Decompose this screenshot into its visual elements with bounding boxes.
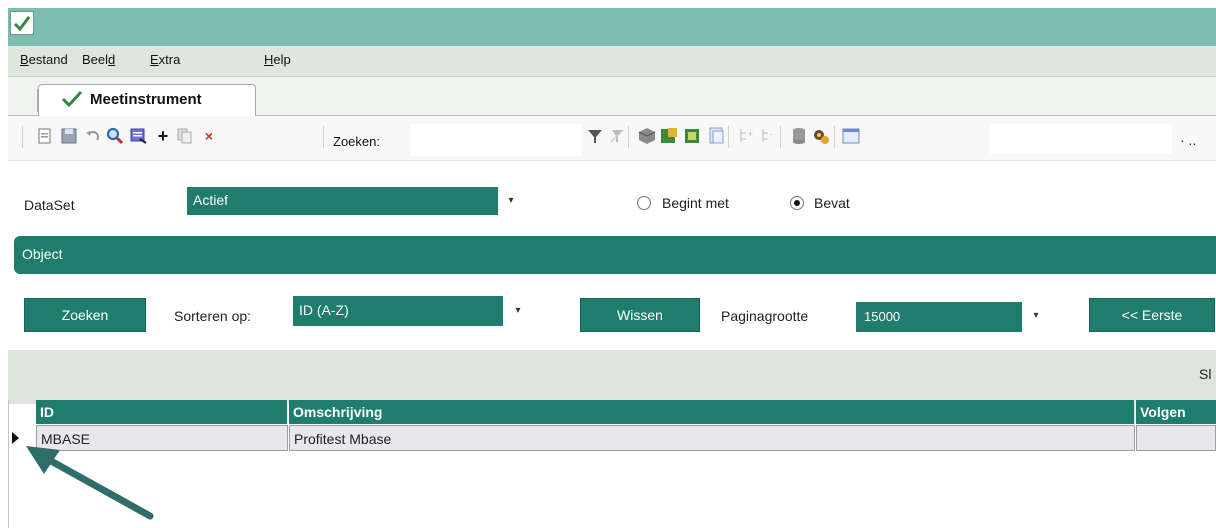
- radio-begint-met-label: Begint met: [662, 195, 729, 211]
- toolbar-separator: [728, 126, 729, 148]
- sort-select[interactable]: ID (A-Z): [293, 296, 503, 326]
- save-icon[interactable]: [60, 127, 78, 145]
- grid-empty-area: [8, 452, 1216, 528]
- annotation-arrow-icon: [26, 446, 154, 520]
- title-bar: [8, 8, 1216, 46]
- svg-text:-: -: [770, 129, 773, 139]
- menu-extra[interactable]: Extra: [150, 52, 180, 67]
- pagesize-label: Paginagrootte: [721, 308, 809, 324]
- find-record-icon[interactable]: [130, 127, 148, 145]
- filter-icon[interactable]: [586, 127, 604, 145]
- grid-corner-text: Sl: [1199, 366, 1212, 382]
- radio-bevat-label: Bevat: [814, 195, 850, 211]
- toolbar-separator: [780, 126, 781, 148]
- menu-bestand[interactable]: Bestand: [20, 52, 68, 67]
- clear-button[interactable]: Wissen: [580, 298, 700, 332]
- dataset-select[interactable]: Actief: [187, 187, 498, 215]
- object-panel-title: Object: [22, 246, 63, 262]
- copy-icon[interactable]: [176, 127, 194, 145]
- settings-gears-icon[interactable]: [812, 127, 830, 145]
- window-icon[interactable]: [842, 127, 860, 145]
- chevron-down-icon[interactable]: ▾: [503, 195, 519, 206]
- menu-help[interactable]: Help: [264, 52, 291, 67]
- package-icon[interactable]: [638, 127, 656, 145]
- search-icon[interactable]: [106, 127, 124, 145]
- database-icon[interactable]: [790, 127, 808, 145]
- undo-icon[interactable]: [84, 127, 102, 145]
- new-document-icon[interactable]: [36, 127, 54, 145]
- clear-filter-icon[interactable]: [608, 127, 626, 145]
- table-cell-omschrijving[interactable]: Profitest Mbase: [289, 425, 1135, 451]
- add-icon[interactable]: +: [154, 126, 172, 146]
- tab-label: Meetinstrument: [90, 91, 202, 108]
- toolbar-right-field[interactable]: [990, 124, 1172, 154]
- object-panel-header: [14, 236, 1216, 274]
- radio-bevat[interactable]: [790, 196, 804, 210]
- first-page-button[interactable]: << Eerste: [1089, 298, 1215, 332]
- checkmark-icon: [60, 88, 84, 110]
- menu-beeld[interactable]: Beeld: [82, 52, 115, 67]
- app-logo-icon: [10, 11, 34, 35]
- grid-left-border: [8, 400, 9, 528]
- toolbar-separator: [323, 126, 324, 148]
- table-cell-volgen[interactable]: [1136, 425, 1216, 451]
- expand-tree-icon[interactable]: +: [738, 127, 756, 145]
- svg-text:+: +: [748, 129, 753, 139]
- toolbar-grip: [22, 126, 23, 148]
- column-header-id[interactable]: ID: [36, 400, 288, 424]
- search-button[interactable]: Zoeken: [24, 298, 146, 332]
- collapse-tree-icon[interactable]: -: [760, 127, 778, 145]
- toolbar-overflow[interactable]: · ..: [1180, 132, 1196, 148]
- delete-icon[interactable]: ×: [200, 127, 218, 145]
- import-excel-icon[interactable]: [684, 127, 702, 145]
- toolbar-search-label: Zoeken:: [333, 134, 380, 149]
- document-list-icon[interactable]: [708, 127, 726, 145]
- toolbar-separator: [628, 126, 629, 148]
- chevron-down-icon[interactable]: ▾: [510, 305, 526, 316]
- radio-begint-met[interactable]: [637, 196, 651, 210]
- toolbar-search-input[interactable]: [410, 124, 582, 156]
- column-header-omschrijving[interactable]: Omschrijving: [289, 400, 1135, 424]
- pagesize-select[interactable]: 15000: [856, 302, 1022, 332]
- sort-label: Sorteren op:: [174, 308, 252, 324]
- toolbar-separator: [834, 126, 835, 148]
- column-header-volgen[interactable]: Volgen: [1136, 400, 1216, 424]
- dataset-label: DataSet: [24, 197, 75, 213]
- menu-bar: [8, 46, 1216, 77]
- export-excel-icon[interactable]: [660, 127, 678, 145]
- current-row-indicator-icon: [12, 432, 19, 444]
- grid-toolbar-area: [8, 350, 1216, 404]
- chevron-down-icon[interactable]: ▾: [1028, 310, 1044, 321]
